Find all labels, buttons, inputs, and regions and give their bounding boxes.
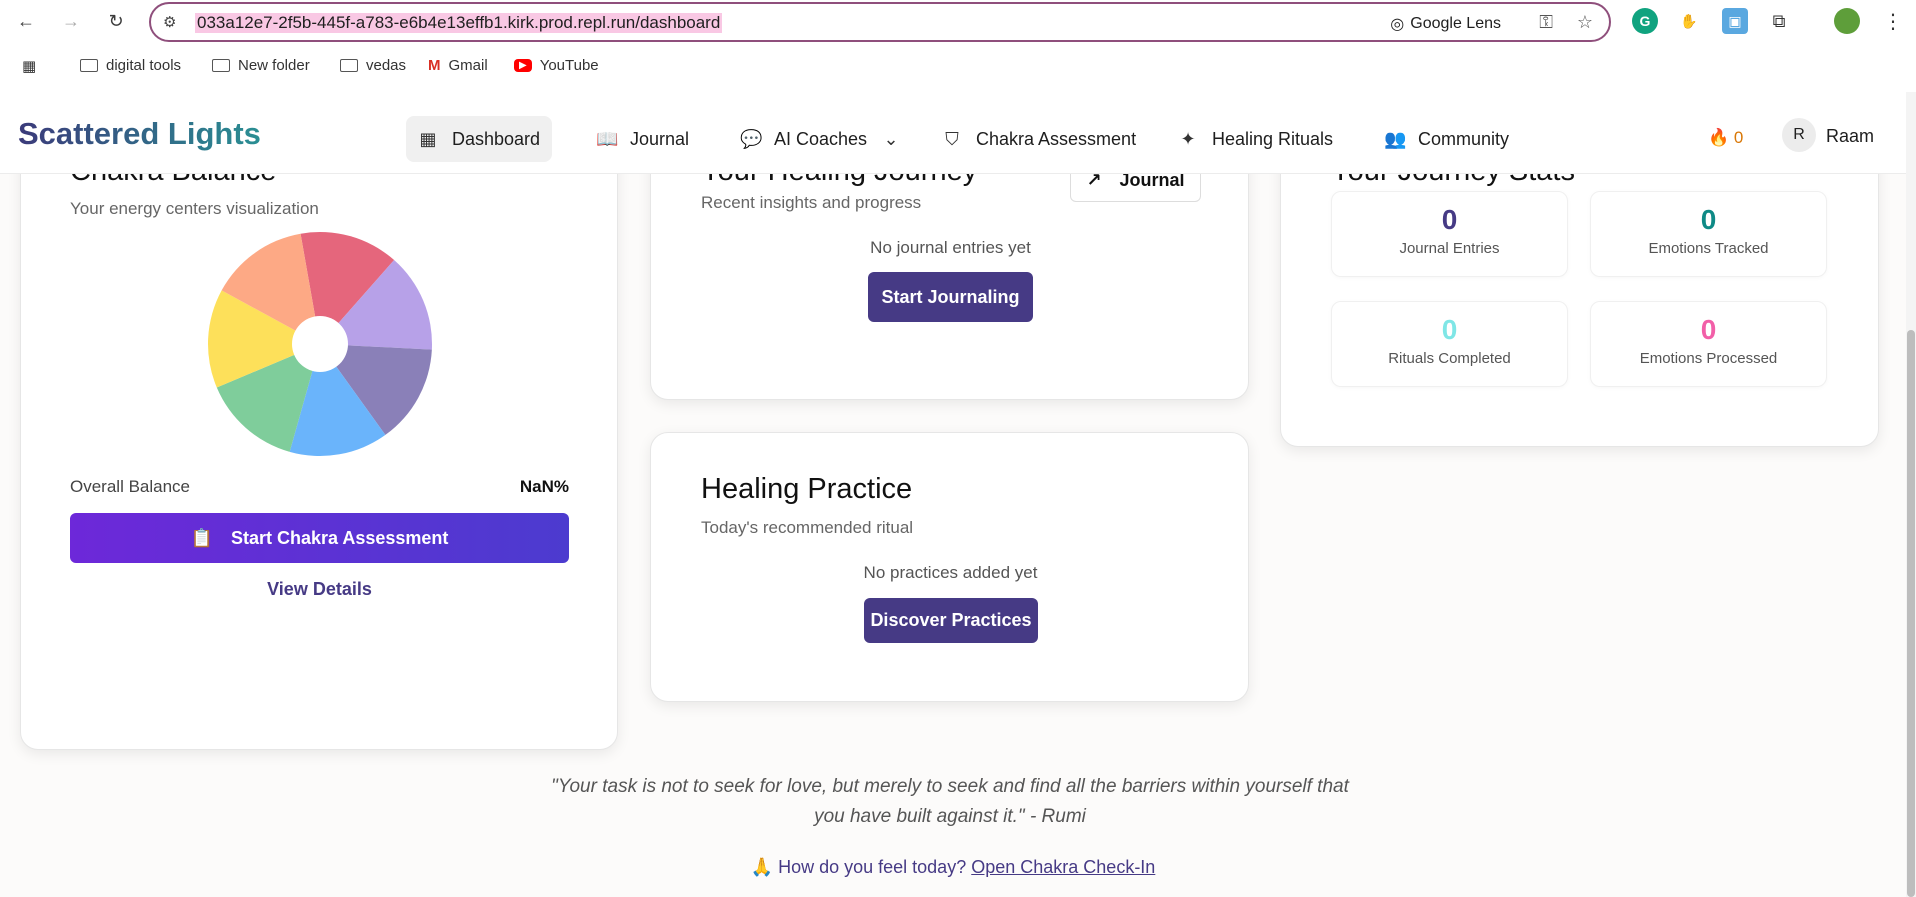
menu-kebab-icon[interactable]: ⋮ xyxy=(1880,8,1906,34)
user-name[interactable]: Raam xyxy=(1826,126,1874,147)
bookmark-new-folder[interactable]: New folder xyxy=(212,57,310,74)
stat-value: 0 xyxy=(1700,204,1717,235)
chakra-checkin-prompt: 🙏 How do you feel today? Open Chakra Che… xyxy=(0,857,1906,878)
gmail-icon: M xyxy=(428,57,441,74)
journey-card-subtitle: Recent insights and progress xyxy=(701,193,922,212)
chevron-down-icon: ⌄ xyxy=(883,128,899,149)
extension-hand-icon[interactable]: ✋ xyxy=(1676,8,1702,34)
chat-icon: 💬 xyxy=(740,128,763,149)
lens-icon: ◎ xyxy=(1390,16,1405,33)
bookmark-gmail[interactable]: M Gmail xyxy=(428,57,488,74)
stat-label: Rituals Completed xyxy=(1388,350,1511,367)
clipboard-icon: 📋 xyxy=(190,527,213,548)
avatar[interactable]: R xyxy=(1782,118,1816,152)
profile-avatar-icon[interactable] xyxy=(1834,8,1860,34)
brand-logo[interactable]: Scattered Lights xyxy=(18,116,261,152)
forward-icon[interactable]: → xyxy=(55,10,87,32)
stat-value: 0 xyxy=(1700,314,1717,345)
stat-rituals-completed: 0 Rituals Completed xyxy=(1331,301,1568,387)
quote-line-1: "Your task is not to seek for love, but … xyxy=(551,776,1349,797)
apps-grid-icon[interactable]: ▦ xyxy=(22,57,36,75)
chakra-wheel[interactable] xyxy=(205,229,435,459)
journey-stats-card: Your Journey Stats 0 Journal Entries 0 E… xyxy=(1280,132,1879,447)
browser-toolbar: ← → ↻ ⚙ 033a12e7-2f5b-445f-a783-e6b4e13e… xyxy=(0,0,1916,92)
book-icon: 📖 xyxy=(596,128,619,149)
extension-image-icon[interactable]: ▣ xyxy=(1722,8,1748,34)
lens-label: Google Lens xyxy=(1410,15,1501,32)
folder-icon xyxy=(80,59,98,72)
practice-card-subtitle: Today's recommended ritual xyxy=(701,518,914,537)
grid-icon: ▦ xyxy=(419,128,437,149)
checkin-prefix: 🙏 How do you feel today? xyxy=(750,857,967,877)
nav-dashboard[interactable]: ▦ Dashboard xyxy=(406,116,553,162)
stat-journal-entries: 0 Journal Entries xyxy=(1331,191,1568,277)
nav-ai-coaches[interactable]: 💬 AI Coaches ⌄ xyxy=(728,116,913,162)
url-text[interactable]: 033a12e7-2f5b-445f-a783-e6b4e13effb1.kir… xyxy=(195,13,723,33)
bookmark-youtube[interactable]: ▶ YouTube xyxy=(514,57,599,74)
streak-counter[interactable]: 🔥 0 xyxy=(1708,128,1743,148)
stat-value: 0 xyxy=(1441,314,1458,345)
google-lens-button[interactable]: ◎ Google Lens xyxy=(1390,14,1501,34)
youtube-icon: ▶ xyxy=(514,59,532,72)
stat-emotions-tracked: 0 Emotions Tracked xyxy=(1590,191,1827,277)
shield-icon: ⛉ xyxy=(945,128,959,149)
scrollbar-thumb[interactable] xyxy=(1907,330,1915,897)
site-info-icon[interactable]: ⚙ xyxy=(163,13,176,31)
open-chakra-checkin-link[interactable]: Open Chakra Check-In xyxy=(971,857,1155,877)
reload-icon[interactable]: ↻ xyxy=(100,10,132,32)
address-bar[interactable]: ⚙ 033a12e7-2f5b-445f-a783-e6b4e13effb1.k… xyxy=(149,2,1611,42)
rumi-quote: "Your task is not to seek for love, but … xyxy=(530,772,1370,832)
quote-line-2: you have built against it." - Rumi xyxy=(814,806,1086,827)
journal-empty-text: No journal entries yet xyxy=(870,238,1031,257)
stat-value: 0 xyxy=(1441,204,1458,235)
extensions-puzzle-icon[interactable]: ⧉ xyxy=(1766,8,1792,34)
bookmark-star-icon[interactable]: ☆ xyxy=(1577,12,1593,33)
page-viewport: Chakra Balance Your energy centers visua… xyxy=(0,92,1916,897)
back-icon[interactable]: ← xyxy=(10,10,42,32)
chakra-balance-card: Chakra Balance Your energy centers visua… xyxy=(20,132,618,750)
overall-balance-value: NaN% xyxy=(519,477,569,496)
stat-label: Emotions Tracked xyxy=(1648,240,1769,257)
start-chakra-assessment-label: Start Chakra Assessment xyxy=(230,527,449,548)
app-header: Scattered Lights ▦ Dashboard 📖 Journal 💬… xyxy=(0,92,1906,174)
nav-journal[interactable]: 📖 Journal xyxy=(584,116,701,162)
chakra-center xyxy=(292,316,348,372)
sparkles-icon: ✦ xyxy=(1180,128,1196,149)
bookmark-digital-tools[interactable]: digital tools xyxy=(80,57,181,74)
folder-icon xyxy=(340,59,358,72)
healing-practice-card: Healing Practice Today's recommended rit… xyxy=(650,432,1249,702)
start-chakra-assessment-button[interactable]: 📋 Start Chakra Assessment xyxy=(70,513,569,563)
discover-practices-button[interactable]: Discover Practices xyxy=(864,598,1038,643)
nav-community[interactable]: 👥 Community xyxy=(1372,116,1521,162)
nav-label: Journal xyxy=(630,128,690,149)
users-icon: 👥 xyxy=(1384,128,1407,149)
nav-label: Healing Rituals xyxy=(1212,128,1334,149)
stat-label: Emotions Processed xyxy=(1639,350,1778,367)
stat-label: Journal Entries xyxy=(1399,240,1500,257)
start-journaling-button[interactable]: Start Journaling xyxy=(868,272,1033,322)
key-icon[interactable]: ⚿ xyxy=(1539,12,1553,33)
chakra-card-subtitle: Your energy centers visualization xyxy=(70,199,319,218)
nav-label: Chakra Assessment xyxy=(976,128,1137,149)
streak-value: 0 xyxy=(1733,128,1744,147)
nav-label: Dashboard xyxy=(452,128,541,149)
nav-label: AI Coaches xyxy=(774,128,868,149)
folder-icon xyxy=(212,59,230,72)
practice-card-title: Healing Practice xyxy=(701,473,913,505)
overall-balance-label: Overall Balance xyxy=(70,477,191,496)
view-details-link[interactable]: View Details xyxy=(70,579,569,600)
bookmark-vedas[interactable]: vedas xyxy=(340,57,406,74)
practice-empty-text: No practices added yet xyxy=(863,563,1038,582)
nav-healing-rituals[interactable]: ✦ Healing Rituals xyxy=(1166,116,1345,162)
nav-chakra-assessment[interactable]: ⛉ Chakra Assessment xyxy=(930,116,1148,162)
flame-icon: 🔥 xyxy=(1708,128,1730,147)
bookmarks-bar: ▦ digital tools New folder vedas M Gmail … xyxy=(0,50,1916,84)
nav-label: Community xyxy=(1418,128,1510,149)
stat-emotions-processed: 0 Emotions Processed xyxy=(1590,301,1827,387)
grammarly-icon[interactable]: G xyxy=(1632,8,1658,34)
